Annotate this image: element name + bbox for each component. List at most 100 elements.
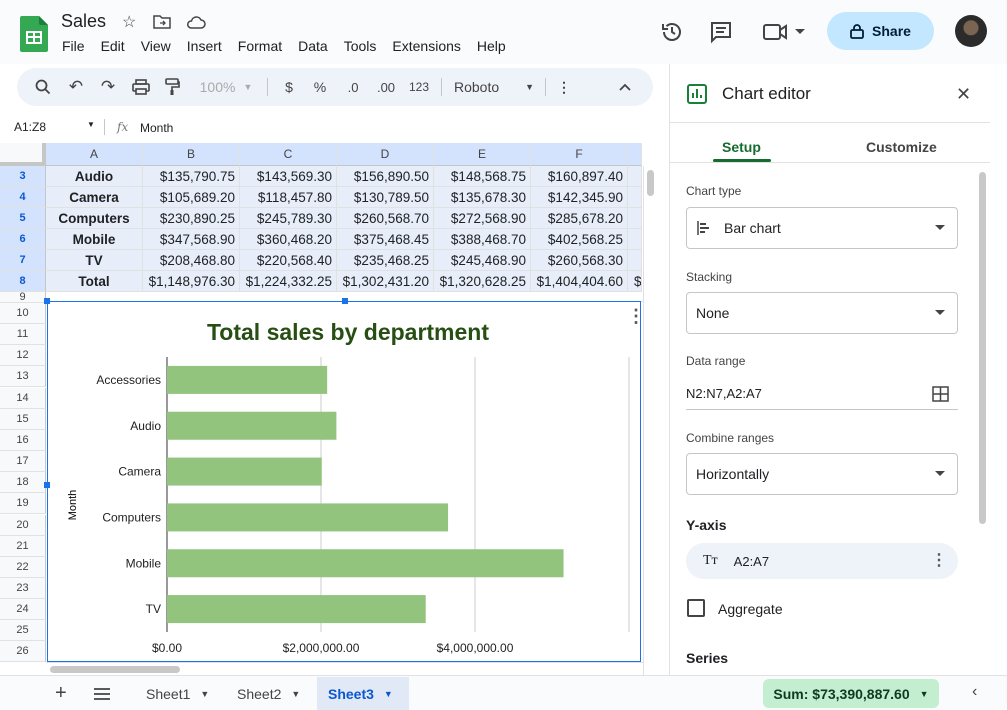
editor-scrollbar-thumb[interactable] [979, 172, 986, 524]
redo-icon[interactable]: ↷ [99, 68, 117, 106]
table-cell[interactable]: Camera [46, 187, 143, 208]
add-sheet-icon[interactable]: + [55, 682, 67, 705]
paint-format-icon[interactable] [164, 68, 180, 106]
undo-icon[interactable]: ↶ [67, 68, 85, 106]
sheets-logo-icon[interactable] [20, 16, 48, 52]
row-header[interactable]: 26 [0, 641, 46, 663]
table-cell[interactable]: $245,468.90 [434, 250, 531, 271]
tab-sheet3[interactable]: Sheet3 ▼ [317, 677, 409, 710]
version-history-icon[interactable] [660, 20, 684, 44]
table-cell[interactable]: $375,468.45 [337, 229, 434, 250]
table-cell[interactable] [628, 187, 642, 208]
table-cell[interactable]: $135,678.30 [434, 187, 531, 208]
row-header[interactable]: 24 [0, 599, 46, 621]
comments-icon[interactable] [709, 20, 733, 44]
sum-summary-button[interactable]: Sum: $73,390,887.60 ▼ [763, 679, 939, 708]
row-header[interactable]: 16 [0, 429, 46, 451]
currency-format-button[interactable]: $ [281, 68, 297, 106]
table-cell[interactable]: $1,148,976.30 [143, 271, 240, 292]
row-header[interactable]: 8 [0, 271, 46, 292]
table-cell[interactable] [628, 208, 642, 229]
table-cell[interactable] [628, 229, 642, 250]
column-header-d[interactable]: D [337, 143, 434, 166]
row-header[interactable]: 20 [0, 514, 46, 536]
column-header-c[interactable]: C [240, 143, 337, 166]
menu-format[interactable]: Format [238, 38, 282, 54]
chart-title[interactable]: Total sales by department [207, 319, 489, 345]
formula-input[interactable]: Month [140, 121, 173, 135]
star-icon[interactable]: ☆ [122, 12, 136, 32]
table-cell[interactable]: Mobile [46, 229, 143, 250]
select-range-grid-icon[interactable] [932, 386, 949, 402]
table-cell[interactable]: $143,569.30 [240, 166, 337, 187]
chart-bar[interactable] [167, 457, 322, 486]
row-header[interactable]: 7 [0, 250, 46, 271]
chart-bar[interactable] [167, 365, 328, 394]
table-cell[interactable]: $230,890.25 [143, 208, 240, 229]
table-cell[interactable]: $1,302,431.20 [337, 271, 434, 292]
menu-file[interactable]: File [62, 38, 85, 54]
row-header[interactable]: 11 [0, 324, 46, 346]
row-header[interactable]: 4 [0, 187, 46, 208]
row-header[interactable]: 19 [0, 493, 46, 515]
table-cell[interactable]: $148,568.75 [434, 166, 531, 187]
row-header[interactable]: 3 [0, 166, 46, 187]
table-cell[interactable]: $347,568.90 [143, 229, 240, 250]
table-cell[interactable]: $388,468.70 [434, 229, 531, 250]
menu-view[interactable]: View [141, 38, 171, 54]
table-cell[interactable]: $220,568.40 [240, 250, 337, 271]
table-cell[interactable]: $1,224,332.25 [240, 271, 337, 292]
table-cell[interactable]: Computers [46, 208, 143, 229]
tab-setup[interactable]: Setup [722, 139, 761, 155]
chart-bar[interactable] [167, 595, 426, 624]
more-options-icon[interactable]: ⋮ [557, 68, 571, 106]
chart-resize-handle[interactable] [44, 482, 50, 488]
decrease-decimal-button[interactable]: .0 [342, 68, 364, 106]
chart-bar[interactable] [167, 503, 449, 532]
chart-y-axis-title[interactable]: Month [67, 490, 79, 521]
table-cell[interactable]: $208,468.80 [143, 250, 240, 271]
row-header[interactable]: 13 [0, 366, 46, 388]
column-header-g[interactable] [628, 143, 642, 166]
side-panel-chevron-left-icon[interactable]: ‹ [972, 683, 977, 701]
row-header[interactable]: 14 [0, 387, 46, 409]
table-cell[interactable]: $142,345.90 [531, 187, 628, 208]
print-icon[interactable] [132, 68, 150, 106]
select-all-corner[interactable] [0, 143, 46, 166]
cloud-status-icon[interactable] [186, 14, 206, 30]
name-box[interactable]: A1:Z8 ▼ [0, 112, 100, 142]
share-button[interactable]: Share [827, 12, 934, 50]
tab-sheet2[interactable]: Sheet2 ▼ [237, 677, 300, 710]
close-icon[interactable]: ✕ [956, 84, 971, 105]
data-range-input[interactable]: N2:N7,A2:A7 [686, 378, 958, 410]
horizontal-scrollbar[interactable] [46, 662, 643, 675]
vertical-scrollbar-thumb[interactable] [647, 170, 654, 196]
y-axis-range-chip[interactable]: Tт A2:A7 ⋮ [686, 543, 958, 579]
column-header-b[interactable]: B [143, 143, 240, 166]
row-header[interactable]: 12 [0, 345, 46, 367]
row-header[interactable]: 22 [0, 556, 46, 578]
percent-format-button[interactable]: % [312, 68, 328, 106]
chip-more-options-icon[interactable]: ⋮ [931, 550, 947, 570]
meet-video-icon[interactable] [763, 22, 789, 42]
row-header[interactable]: 18 [0, 472, 46, 494]
table-cell[interactable]: Total [46, 271, 143, 292]
chart-type-select[interactable]: Bar chart [686, 207, 958, 249]
table-cell[interactable]: $402,568.25 [531, 229, 628, 250]
aggregate-checkbox[interactable] [687, 599, 705, 617]
table-cell[interactable]: $105,689.20 [143, 187, 240, 208]
font-select[interactable]: Roboto ▼ [454, 68, 534, 106]
table-cell[interactable]: $ [628, 271, 642, 292]
zoom-select[interactable]: 100% ▼ [195, 68, 257, 106]
row-header[interactable]: 5 [0, 208, 46, 229]
table-cell[interactable]: $156,890.50 [337, 166, 434, 187]
table-cell[interactable]: $260,568.70 [337, 208, 434, 229]
table-cell[interactable]: $260,568.30 [531, 250, 628, 271]
column-header-f[interactable]: F [531, 143, 628, 166]
tab-sheet1[interactable]: Sheet1 ▼ [146, 677, 209, 710]
menu-insert[interactable]: Insert [187, 38, 222, 54]
chart-more-options-icon[interactable]: ⋮ [627, 306, 645, 327]
chart-resize-handle[interactable] [342, 298, 348, 304]
table-cell[interactable]: $1,320,628.25 [434, 271, 531, 292]
search-icon[interactable] [35, 68, 51, 106]
